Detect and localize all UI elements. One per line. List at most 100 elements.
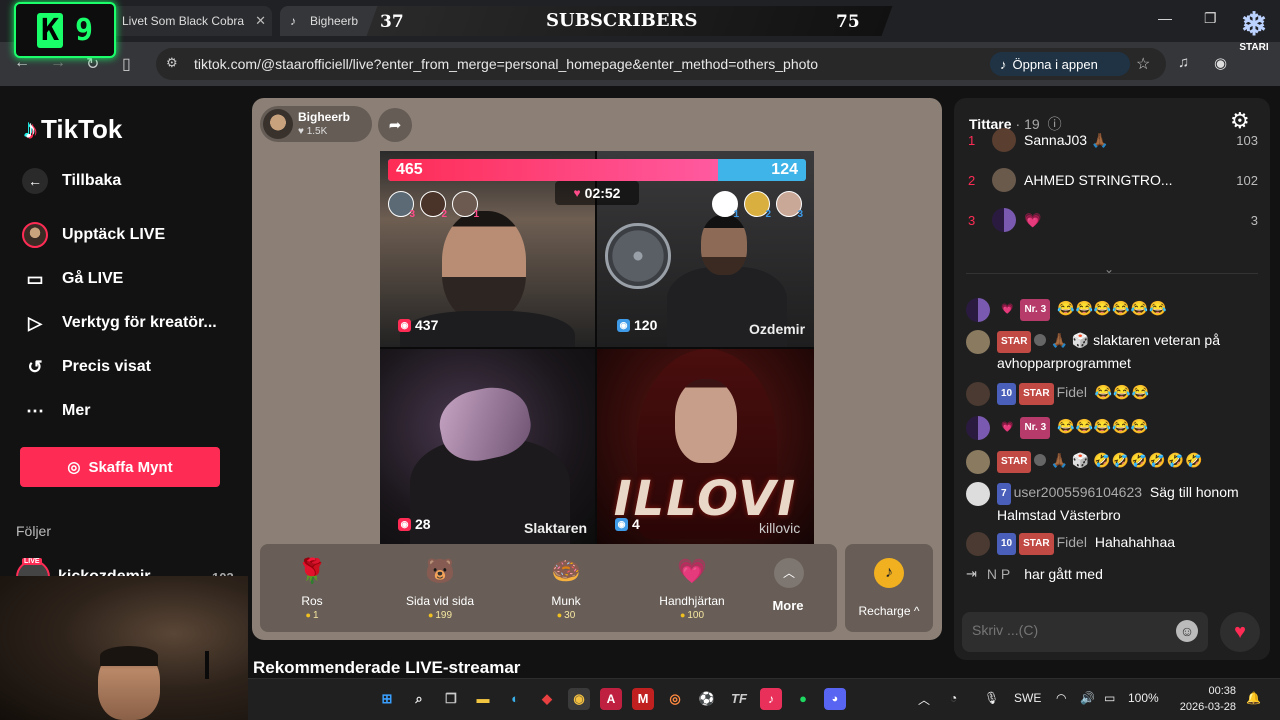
app-icon-shield[interactable]: M [632,688,654,710]
task-view-icon[interactable]: ❐ [440,688,462,710]
tab-livet-som-black-cobra[interactable]: Livet Som Black Cobra ✕ [112,6,272,36]
like-button[interactable]: ♥ [1220,612,1260,652]
message-user[interactable]: Fidel [1057,534,1087,550]
app-icon-ball[interactable]: ⚽ [696,688,718,710]
chat-input[interactable] [972,622,1172,638]
history-icon: ↺ [27,356,43,377]
chevron-up-icon[interactable]: ︿ [918,691,930,708]
avatar[interactable] [966,382,990,406]
avatar[interactable] [966,298,990,322]
close-icon[interactable]: ✕ [255,13,266,29]
subscriber-right-count: 75 [836,12,860,32]
playlist-icon[interactable]: ♫ [1178,54,1189,71]
avatar[interactable] [966,330,990,354]
microphone-icon[interactable]: 🎙 [984,691,999,705]
app-icon-tf[interactable]: TF [728,688,750,710]
notification-icon[interactable]: 🔔 [1246,691,1261,705]
language-indicator[interactable]: SWE [1014,691,1041,705]
joined-user[interactable]: N P [987,566,1010,582]
recommended-heading: Rekommenderade LIVE-streamar [253,658,521,677]
get-coins-button[interactable]: ◎ Skaffa Mynt [20,447,220,487]
windows-start-icon[interactable]: ⊞ [376,688,398,710]
app-icon-orange[interactable]: ◎ [664,688,686,710]
share-button[interactable]: ➦ [378,108,412,142]
battery-percent: 100% [1128,691,1159,705]
host-avatar[interactable] [263,109,293,139]
sidebar-item-ga-live[interactable]: ▭ Gå LIVE [22,264,123,294]
top-gifter-avatar[interactable]: 1 [712,191,739,220]
chevron-down-icon[interactable]: ⌄ [1104,262,1114,276]
recharge-button[interactable]: ♪ Recharge ^ [845,544,933,632]
bookmark-star-icon[interactable]: ☆ [1136,54,1150,74]
viewer-row[interactable]: 1 SannaJ03 🙏🏾 103 [968,126,1258,154]
spotify-icon[interactable]: ● [792,688,814,710]
file-explorer-icon[interactable]: ▬ [472,688,494,710]
address-bar[interactable]: ⚙ tiktok.com/@staarofficiell/live?enter_… [156,48,1166,80]
battle-video[interactable]: ◉ 437 ◉ 120 Ozdemir ◉ 28 Slaktaren ILLOV… [380,151,814,544]
profile-icon[interactable]: ◉ [1214,54,1227,72]
art-face [675,379,737,463]
volume-icon[interactable]: 🔊 [1080,691,1095,705]
sidebar-item-recently-watched[interactable]: ↺ Precis visat [22,352,151,382]
battle-score-bar: 465 124 [388,159,806,181]
app-icon-a[interactable]: A [600,688,622,710]
url-text[interactable]: tiktok.com/@staarofficiell/live?enter_fr… [194,56,818,72]
live-badge: LIVE [22,558,42,565]
avatar[interactable] [966,450,990,474]
emoji-badge: 🎲 [1071,452,1090,468]
network-icon[interactable]: ◔ [950,691,957,705]
top-gifter-avatar[interactable]: 3 [776,191,803,220]
gift-ros[interactable]: 🌹 Ros 1 [262,554,362,621]
chrome-icon[interactable]: ◉ [568,688,590,710]
top-gifter-avatar[interactable]: 2 [420,191,447,220]
host-name[interactable]: Bigheerb [298,110,350,124]
message-user[interactable]: user2005596104623 [1014,484,1142,500]
host-info[interactable]: Bigheerb ♥ 1.5K [260,106,372,142]
sidebar-item-more[interactable]: ⋯ Mer [22,396,90,426]
following-heading: Följer [16,523,52,539]
gift-handhjartan[interactable]: 💗 Handhjärtan 100 [642,554,742,621]
cell-name: Ozdemir [749,321,806,337]
avatar[interactable] [966,532,990,556]
edge-icon[interactable]: ◐ [504,688,526,710]
viewer-row[interactable]: 2 AHMED STRINGTRO... 102 [968,166,1258,194]
viewer-name: 💗 [1024,211,1042,228]
emoji-icon[interactable]: ☺ [1176,620,1198,642]
snowflake-icon: ❄ [1240,6,1268,42]
tiktok-logo[interactable]: ♪ TikTok [24,114,122,145]
tiktok-icon[interactable]: ♪ [760,688,782,710]
avatar[interactable] [966,482,990,506]
gift-name: Munk [551,594,581,608]
clock[interactable]: 00:38 2026-03-28 [1180,683,1236,715]
avatar[interactable] [966,416,990,440]
rank-number: 2 [765,209,771,220]
wifi-icon[interactable]: ◠ [1056,691,1066,705]
sidebar-item-creator-tools[interactable]: ▷ Verktyg för kreatör... [22,308,217,338]
subscribers-label: SUBSCRIBERS [546,10,698,31]
viewer-score: 3 [1250,212,1258,228]
gift-munk[interactable]: 🍩 Munk 30 [516,554,616,621]
top-gifter-avatar[interactable]: 1 [452,191,479,220]
top-gifter-avatar[interactable]: 3 [388,191,415,220]
site-settings-icon[interactable]: ⚙ [166,55,178,71]
gift-sida-vid-sida[interactable]: 🐻 Sida vid sida 199 [390,554,490,621]
app-icon-red[interactable]: ◆ [536,688,558,710]
share-arrow-icon: ➦ [388,117,402,134]
search-icon[interactable]: ⌕ [408,688,430,710]
top-gifter-avatar[interactable]: 2 [744,191,771,220]
chat-input-box[interactable]: ☺ [962,612,1208,652]
maximize-icon[interactable]: ❐ [1204,10,1217,27]
message-user[interactable]: Fidel [1057,384,1087,400]
split-view-icon[interactable]: ▯ [122,54,131,74]
rank-number: 1 [473,209,479,220]
open-in-app-button[interactable]: ♪ Öppna i appen [990,52,1130,76]
discord-icon[interactable]: ◕ [824,688,846,710]
more-gifts-button[interactable]: ︿ More [772,558,804,613]
get-coins-label: Skaffa Mynt [88,458,173,476]
battery-icon[interactable]: ▭ [1104,691,1115,705]
minimize-icon[interactable]: — [1158,10,1172,26]
viewer-row[interactable]: 3 💗 3 [968,206,1258,234]
sidebar-item-upptack-live[interactable]: Upptäck LIVE [22,220,165,250]
message-text: 😂😂😂 [1094,384,1151,400]
back-link[interactable]: ← Tillbaka [22,166,121,196]
